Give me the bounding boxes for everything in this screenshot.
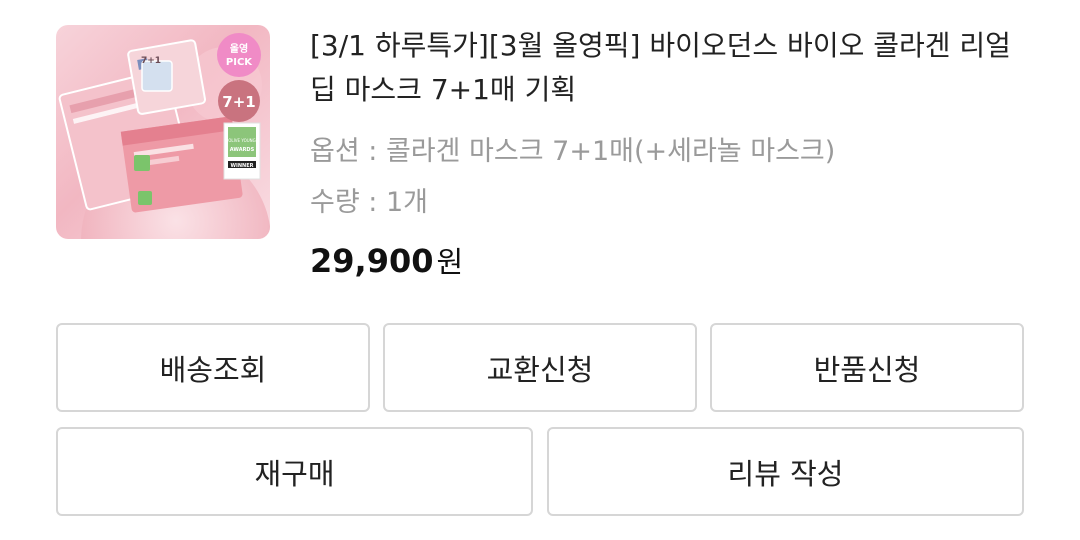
svg-text:OLIVE YOUNG: OLIVE YOUNG bbox=[228, 138, 255, 143]
svg-text:7+1: 7+1 bbox=[222, 93, 255, 111]
product-thumbnail[interactable]: 올영 PICK 7+1 7+1 OLIVE YOUNG AWARDS WINNE… bbox=[56, 25, 270, 239]
award-badge: OLIVE YOUNG AWARDS WINNER bbox=[223, 122, 261, 180]
product-image: 올영 PICK 7+1 7+1 OLIVE YOUNG AWARDS WINNE… bbox=[58, 33, 270, 239]
write-review-button[interactable]: 리뷰 작성 bbox=[547, 427, 1024, 516]
track-delivery-button[interactable]: 배송조회 bbox=[56, 323, 370, 412]
svg-text:AWARDS: AWARDS bbox=[230, 147, 255, 153]
corner-count-text: 7+1 bbox=[141, 56, 161, 66]
count-badge: 7+1 bbox=[218, 80, 260, 122]
svg-text:올영: 올영 bbox=[230, 42, 248, 55]
product-quantity: 수량 : 1개 bbox=[310, 187, 428, 218]
product-option: 옵션 : 콜라겐 마스크 7+1매(+세라놀 마스크) bbox=[310, 136, 836, 167]
product-price: 29,900 bbox=[310, 242, 434, 280]
certification-icon bbox=[134, 155, 150, 171]
svg-text:WINNER: WINNER bbox=[230, 163, 253, 169]
pick-badge: 올영 PICK bbox=[217, 33, 261, 77]
price-currency: 원 bbox=[436, 245, 464, 279]
product-info: [3/1 하루특가][3월 올영픽] 바이오던스 바이오 콜라겐 리얼 딥 마스… bbox=[310, 24, 1030, 281]
return-request-button[interactable]: 반품신청 bbox=[710, 323, 1024, 412]
exchange-request-button[interactable]: 교환신청 bbox=[383, 323, 697, 412]
svg-text:PICK: PICK bbox=[226, 57, 253, 68]
reorder-button[interactable]: 재구매 bbox=[56, 427, 533, 516]
price-row: 29,900 원 bbox=[310, 239, 1030, 281]
product-title[interactable]: [3/1 하루특가][3월 올영픽] 바이오던스 바이오 콜라겐 리얼 딥 마스… bbox=[310, 24, 1030, 112]
